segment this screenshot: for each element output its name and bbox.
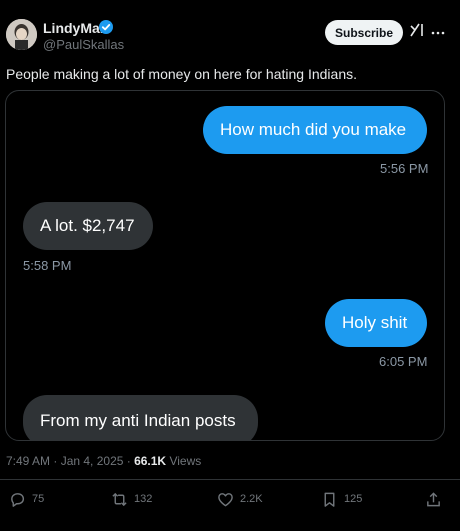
share-icon (427, 491, 440, 506)
chat-timestamp: 5:58 PM (23, 258, 72, 273)
reply-button[interactable]: 75 (9, 489, 44, 509)
reply-icon (11, 492, 25, 507)
verified-badge-icon (99, 20, 113, 34)
share-button[interactable] (425, 489, 442, 509)
chat-timestamp: 6:05 PM (379, 354, 428, 369)
tweet-timestamp[interactable]: 7:49 AM · Jan 4, 2025 · (6, 454, 134, 468)
bookmark-button[interactable]: 125 (321, 489, 362, 509)
bookmark-icon (324, 492, 335, 507)
divider (0, 479, 460, 480)
avatar[interactable] (6, 19, 37, 50)
reply-count: 75 (32, 493, 45, 505)
more-icon[interactable] (431, 24, 445, 35)
chat-bubble-sent: Holy shit (325, 299, 427, 347)
chat-timestamp: 5:56 PM (380, 161, 429, 176)
like-count: 2.2K (240, 493, 263, 505)
tweet-media-image[interactable]: How much did you make 5:56 PM A lot. $2,… (5, 90, 445, 441)
chat-bubble-sent: How much did you make (203, 106, 427, 154)
bookmark-count: 125 (344, 493, 363, 505)
views-label: Views (166, 454, 202, 468)
like-button[interactable]: 2.2K (217, 489, 263, 509)
repost-count: 132 (134, 493, 153, 505)
subscribe-button[interactable]: Subscribe (325, 20, 403, 45)
grok-icon[interactable] (409, 22, 425, 38)
chat-bubble-received: From my anti Indian posts (23, 395, 258, 440)
chat-bubble-received: A lot. $2,747 (23, 202, 153, 250)
repost-button[interactable]: 132 (111, 489, 152, 509)
tweet-text: People making a lot of money on here for… (6, 66, 357, 82)
like-icon (218, 492, 233, 506)
repost-icon (112, 492, 127, 506)
author-handle[interactable]: @PaulSkallas (43, 37, 124, 52)
tweet-meta: 7:49 AM · Jan 4, 2025 · 66.1K Views (6, 454, 201, 468)
views-count: 66.1K (134, 454, 167, 468)
